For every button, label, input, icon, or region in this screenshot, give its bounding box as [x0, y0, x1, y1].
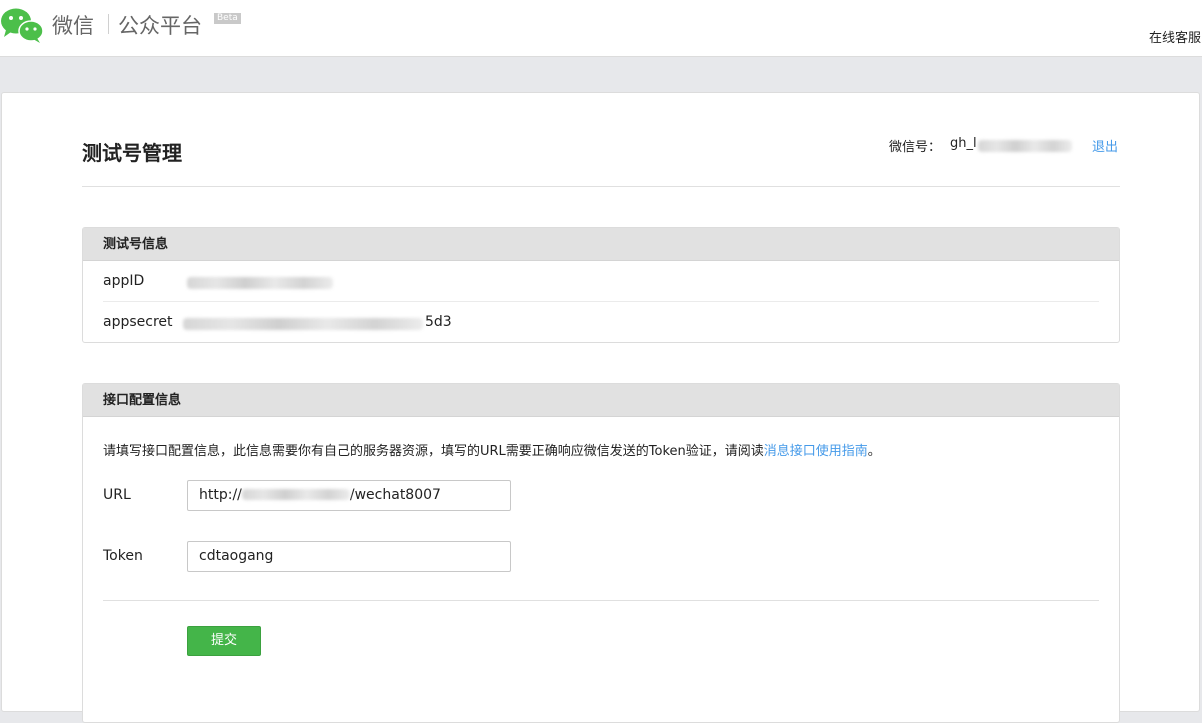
appsecret-redacted: [183, 318, 423, 330]
brand-separator: [108, 14, 109, 34]
form-divider: [103, 600, 1099, 601]
appid-label: appID: [103, 273, 145, 289]
message-api-guide-link[interactable]: 消息接口使用指南: [764, 444, 868, 459]
account-redacted: [978, 140, 1072, 152]
account-label: 微信号：: [889, 140, 942, 155]
token-value: cdtaogang: [199, 548, 274, 564]
interface-config-panel-title: 接口配置信息: [83, 384, 1119, 417]
notice-end: 。: [867, 444, 881, 459]
online-service-link[interactable]: 在线客服: [1149, 27, 1201, 46]
test-account-panel-title: 测试号信息: [83, 228, 1119, 261]
title-divider: [82, 186, 1120, 187]
url-prefix: http://: [199, 487, 242, 503]
test-account-panel: 测试号信息 appID appsecret 5d3: [82, 227, 1120, 343]
submit-button[interactable]: 提交: [187, 626, 261, 656]
page-title: 测试号管理: [82, 141, 182, 165]
product-name[interactable]: 公众平台: [118, 10, 202, 40]
url-redacted: [241, 489, 350, 500]
config-notice: 请填写接口配置信息，此信息需要你有自己的服务器资源，填写的URL需要正确响应微信…: [103, 440, 881, 459]
appid-row: appID: [103, 261, 1099, 302]
token-label: Token: [103, 548, 143, 564]
notice-text: 请填写接口配置信息，此信息需要你有自己的服务器资源，填写的URL需要正确响应微信…: [103, 444, 764, 459]
appid-redacted: [187, 277, 333, 289]
url-suffix: /wechat8007: [349, 487, 441, 503]
appsecret-label: appsecret: [103, 314, 173, 330]
url-input[interactable]: http:// /wechat8007: [187, 480, 511, 511]
brand-name[interactable]: 微信: [52, 10, 94, 40]
interface-config-panel: 接口配置信息 请填写接口配置信息，此信息需要你有自己的服务器资源，填写的URL需…: [82, 383, 1120, 723]
wechat-logo-icon[interactable]: [0, 6, 44, 44]
url-label: URL: [103, 487, 131, 503]
appsecret-row: appsecret 5d3: [103, 302, 1099, 343]
top-navigation-bar: 微信 公众平台 Beta 在线客服: [0, 0, 1202, 57]
beta-badge: Beta: [214, 13, 241, 24]
appsecret-value: 5d3: [425, 314, 452, 330]
logout-link[interactable]: 退出: [1092, 136, 1118, 155]
account-value: gh_l: [950, 136, 977, 151]
token-input[interactable]: cdtaogang: [187, 541, 511, 572]
main-card: 测试号管理 微信号： gh_l 退出 测试号信息 appID appsecret…: [1, 92, 1200, 723]
